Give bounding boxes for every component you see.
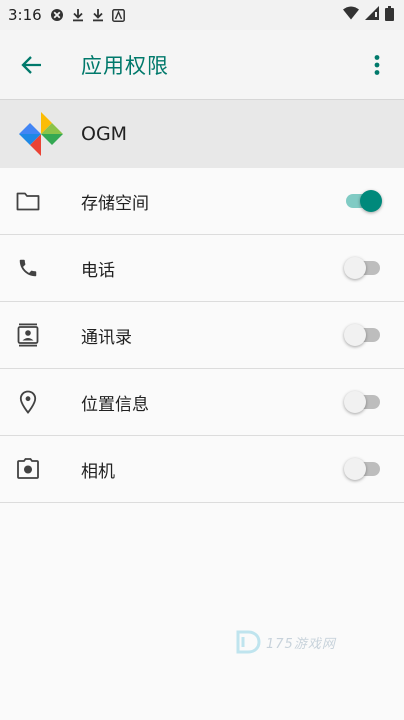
permission-toggle[interactable]	[344, 387, 382, 417]
toggle-thumb	[344, 391, 366, 413]
watermark-logo-icon	[236, 630, 261, 654]
permission-label: 位置信息	[81, 394, 149, 415]
app-bar: 应用权限	[0, 30, 404, 100]
battery-icon	[385, 5, 394, 25]
permission-toggle[interactable]	[344, 454, 382, 484]
location-pin-icon	[15, 389, 41, 415]
phone-icon	[15, 255, 41, 281]
back-button[interactable]	[12, 45, 52, 85]
permission-label: 通讯录	[81, 327, 132, 348]
download-icon	[72, 8, 84, 22]
status-time: 3:16	[8, 6, 42, 24]
app-logo-pinwheel-icon	[19, 112, 63, 156]
permission-row-phone[interactable]: 电话	[0, 235, 404, 302]
toggle-thumb	[344, 257, 366, 279]
permission-toggle[interactable]	[344, 320, 382, 350]
permission-toggle[interactable]	[344, 253, 382, 283]
more-options-button[interactable]	[362, 45, 392, 85]
permission-label: 电话	[81, 260, 115, 281]
more-vert-icon	[374, 55, 380, 75]
status-bar: 3:16	[0, 0, 404, 30]
cellular-signal-icon	[365, 6, 379, 24]
permission-label: 相机	[81, 461, 115, 482]
arrow-back-icon	[21, 55, 41, 74]
permission-row-contacts[interactable]: 通讯录	[0, 302, 404, 369]
permission-list: 存储空间 电话 通讯录 位置信息 相机	[0, 168, 404, 503]
toggle-thumb	[344, 458, 366, 480]
watermark-text: 175游戏网	[266, 636, 336, 652]
blocked-notification-icon	[50, 8, 64, 22]
camera-icon	[15, 456, 41, 482]
app-notification-icon	[111, 8, 125, 22]
permission-label: 存储空间	[81, 193, 149, 214]
permission-row-location[interactable]: 位置信息	[0, 369, 404, 436]
permission-row-camera[interactable]: 相机	[0, 436, 404, 503]
download-icon	[92, 8, 104, 22]
toggle-thumb	[360, 190, 382, 212]
permission-toggle[interactable]	[344, 186, 382, 216]
app-info-header: OGM	[0, 100, 404, 168]
watermark: 175游戏网	[234, 628, 336, 656]
contacts-icon	[15, 322, 41, 348]
permission-row-storage[interactable]: 存储空间	[0, 168, 404, 235]
folder-icon	[15, 188, 41, 214]
toggle-thumb	[344, 324, 366, 346]
app-name: OGM	[81, 123, 128, 145]
wifi-icon	[343, 6, 359, 24]
page-title: 应用权限	[81, 53, 169, 78]
